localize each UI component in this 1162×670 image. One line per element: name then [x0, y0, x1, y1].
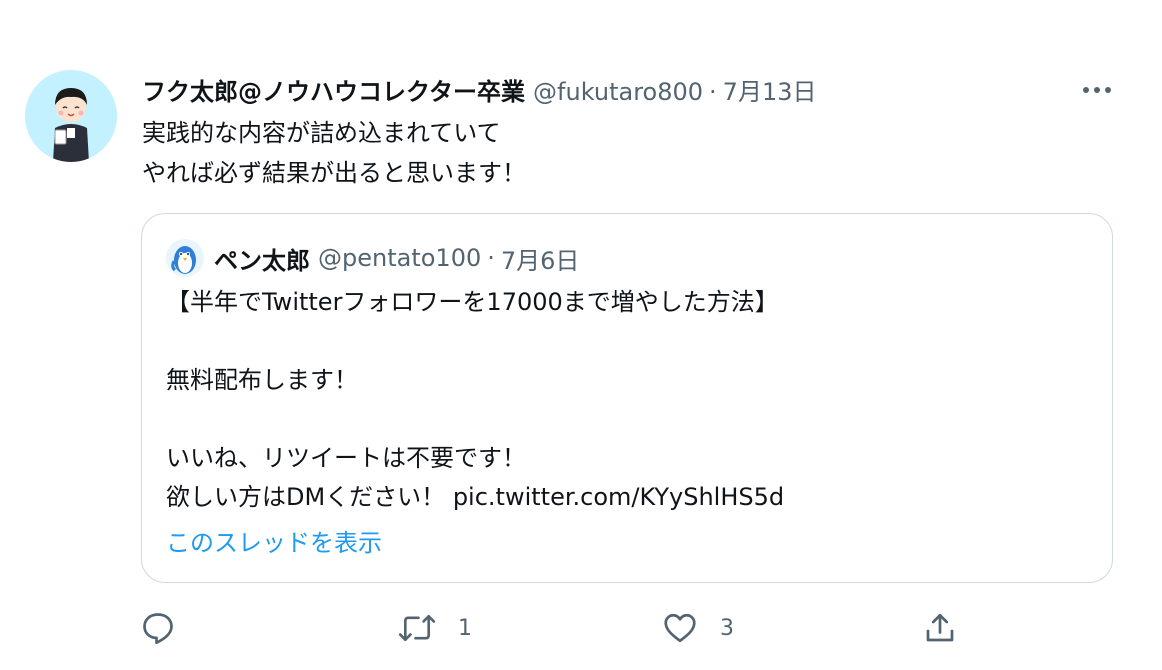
author-name[interactable]: フク太郎@ノウハウコレクター卒業 [142, 72, 525, 112]
quoted-text-line [166, 400, 784, 439]
reply-button[interactable] [140, 606, 176, 650]
tweet-text: 実践的な内容が詰め込まれていて やれば必ず結果が出ると思います！ [142, 113, 526, 193]
quoted-text-line: 無料配布します！ [166, 366, 358, 394]
more-options-button[interactable] [1076, 72, 1118, 108]
reply-icon [143, 613, 173, 645]
separator-dot: · [709, 78, 717, 106]
retweet-count: 1 [458, 615, 472, 641]
author-avatar[interactable] [25, 70, 117, 162]
more-icon [1083, 87, 1111, 93]
author-handle[interactable]: @fukutaro800 [533, 72, 703, 112]
separator-dot: · [487, 244, 495, 272]
tweet-date[interactable]: 7月13日 [723, 72, 817, 112]
tweet[interactable]: フク太郎@ノウハウコレクター卒業 @fukutaro800 · 7月13日 実践… [0, 0, 1162, 670]
quoted-author-avatar [166, 239, 204, 277]
like-button[interactable]: 3 [662, 606, 734, 650]
quoted-tweet-header: ペン太郎 @pentato100 · 7月6日 [166, 236, 579, 280]
heart-icon [664, 613, 696, 643]
retweet-icon [398, 614, 436, 642]
share-icon [926, 613, 954, 642]
quoted-text-line: 【半年でTwitterフォロワーを17000まで増やした方法】 [166, 288, 779, 316]
quoted-text-line: いいね、リツイートは不要です！ [166, 444, 526, 472]
share-button[interactable] [922, 606, 958, 650]
quoted-tweet-text: 【半年でTwitterフォロワーを17000まで増やした方法】 無料配布します！… [166, 283, 784, 517]
quoted-author-handle: @pentato100 [318, 244, 482, 272]
show-thread-link[interactable]: このスレッドを表示 [166, 523, 382, 563]
tweet-header: フク太郎@ノウハウコレクター卒業 @fukutaro800 · 7月13日 [142, 72, 816, 112]
quoted-tweet[interactable]: ペン太郎 @pentato100 · 7月6日 【半年でTwitterフォロワー… [141, 213, 1113, 583]
quoted-text-line: 欲しい方はDMください！ pic.twitter.com/KYyShlHS5d [166, 483, 785, 511]
quoted-author-name: ペン太郎 [214, 246, 310, 275]
quoted-tweet-date: 7月6日 [500, 246, 580, 275]
quoted-text-line [166, 322, 784, 361]
tweet-text-line: やれば必ず結果が出ると思います！ [142, 159, 526, 187]
retweet-button[interactable]: 1 [398, 606, 472, 650]
like-count: 3 [720, 615, 734, 641]
tweet-text-line: 実践的な内容が詰め込まれていて [142, 119, 501, 147]
